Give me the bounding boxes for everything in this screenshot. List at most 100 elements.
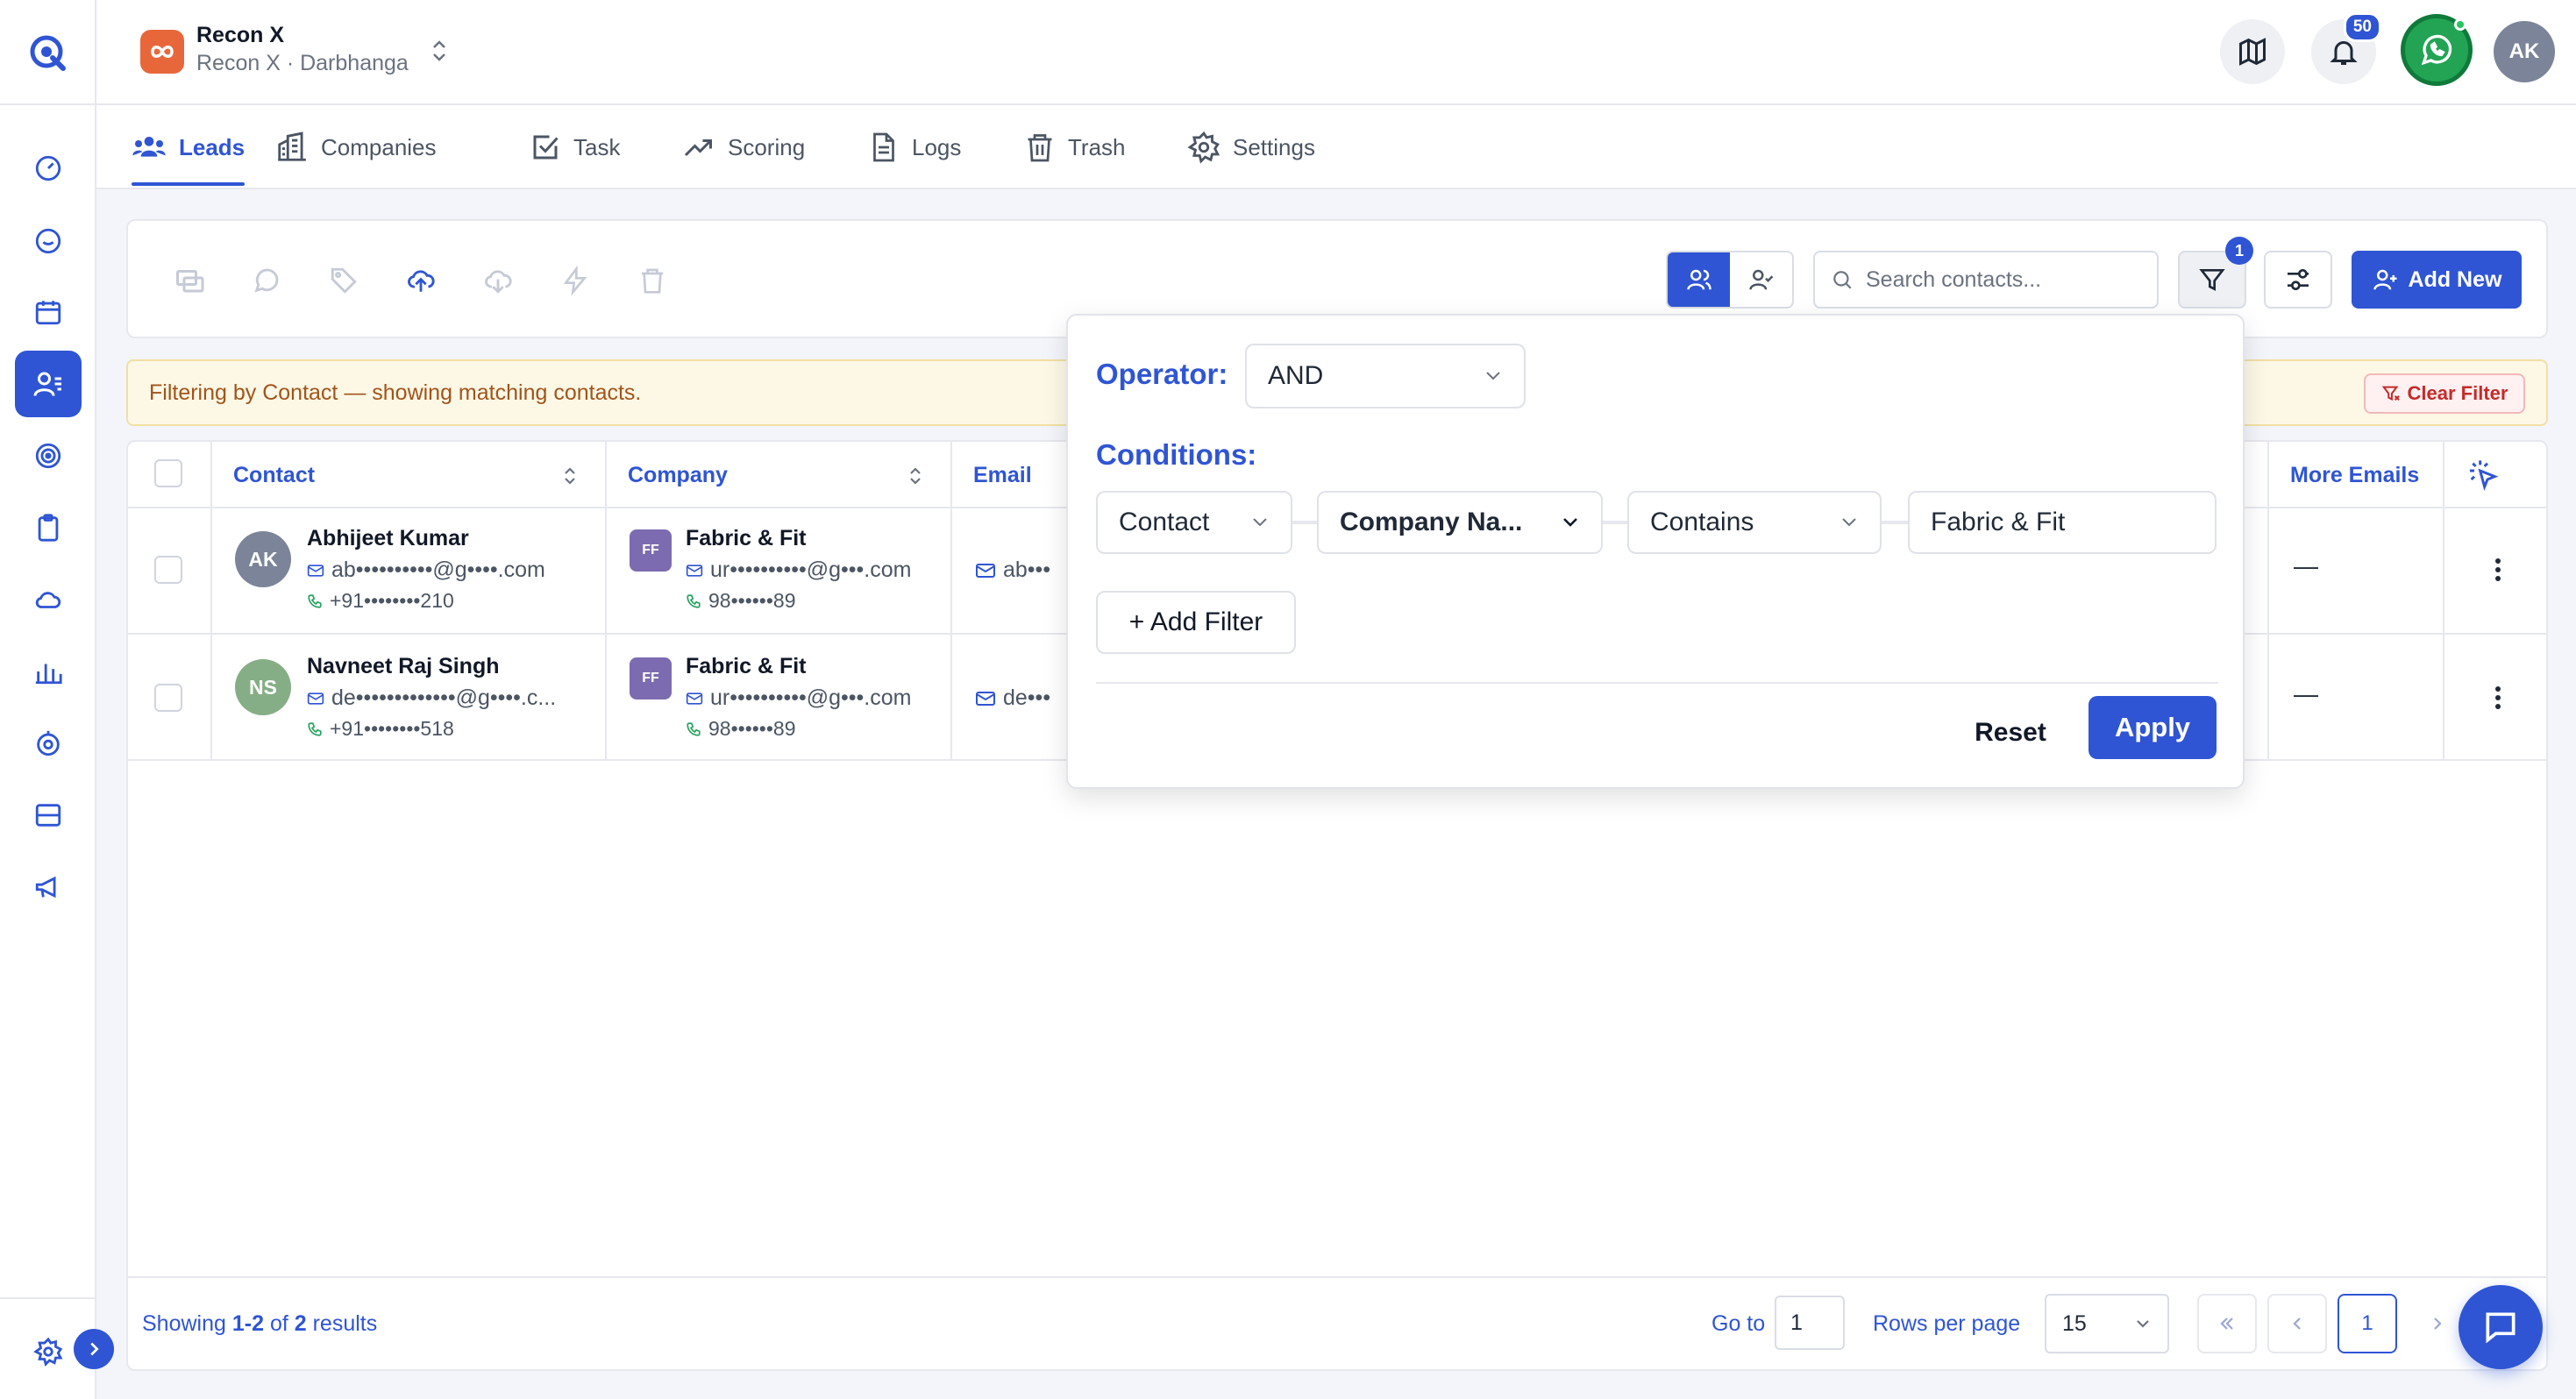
contact-phone: +91••••••••518 xyxy=(307,717,454,741)
add-new-label: Add New xyxy=(2408,266,2502,292)
apply-button[interactable]: Apply xyxy=(2089,696,2217,759)
column-header-company[interactable]: Company xyxy=(628,442,728,508)
company-phone: 98••••••89 xyxy=(686,589,795,613)
filter-count-badge: 1 xyxy=(2225,237,2253,265)
column-header-more-emails[interactable]: More Emails xyxy=(2290,442,2419,508)
tab-task[interactable]: Task xyxy=(530,105,620,189)
company-email: ur••••••••••@g•••.com xyxy=(686,685,911,711)
settings-sidebar-icon[interactable] xyxy=(15,1318,82,1385)
chevrons-left-icon xyxy=(2220,1317,2233,1330)
column-header-email[interactable]: Email xyxy=(973,442,1032,508)
previous-page-button[interactable] xyxy=(2267,1294,2327,1353)
column-settings-button[interactable] xyxy=(2264,251,2332,309)
row-actions-button[interactable] xyxy=(2485,552,2511,587)
tab-leads-label: Leads xyxy=(179,133,246,160)
condition-value-input[interactable]: Fabric & Fit xyxy=(1908,491,2217,554)
column-header-contact[interactable]: Contact xyxy=(233,442,315,508)
goto-page-input[interactable]: 1 xyxy=(1775,1296,1845,1350)
inbox-icon[interactable] xyxy=(15,782,82,849)
chevron-down-icon xyxy=(2137,1320,2149,1328)
sort-icon[interactable] xyxy=(561,465,579,487)
reset-button[interactable]: Reset xyxy=(1962,701,2059,764)
operator-label: Operator: xyxy=(1096,358,1228,390)
row-checkbox[interactable] xyxy=(154,556,182,584)
dashboard-icon[interactable] xyxy=(15,135,82,202)
condition-comparator-select[interactable]: Contains xyxy=(1627,491,1882,554)
notification-count: 50 xyxy=(2343,12,2381,42)
tag-icon[interactable] xyxy=(324,261,363,300)
column-header-more-emails-label: More Emails xyxy=(2290,462,2420,487)
clear-filter-button[interactable]: Clear Filter xyxy=(2364,373,2525,414)
whatsapp-online-dot xyxy=(2454,18,2466,31)
tab-companies[interactable]: Companies xyxy=(275,105,437,189)
avatar: NS xyxy=(235,659,291,715)
trash-icon xyxy=(1028,134,1052,162)
lightning-icon[interactable] xyxy=(556,261,594,300)
upload-icon[interactable] xyxy=(402,261,440,300)
phone-icon xyxy=(308,721,322,736)
tab-scoring-label: Scoring xyxy=(728,133,806,160)
avatar: AK xyxy=(235,531,291,587)
company-name[interactable]: Fabric & Fit xyxy=(686,654,807,679)
page-button-current[interactable]: 1 xyxy=(2338,1294,2397,1353)
tab-settings[interactable]: Settings xyxy=(1187,105,1315,189)
cloud-icon[interactable] xyxy=(15,566,82,633)
kebab-menu-icon xyxy=(2495,686,2501,709)
select-all-checkbox[interactable] xyxy=(154,459,182,487)
condition-entity-select[interactable]: Contact xyxy=(1096,491,1292,554)
robot-icon[interactable] xyxy=(15,710,82,777)
tab-task-label: Task xyxy=(573,133,621,160)
mail-icon xyxy=(307,564,324,577)
tab-trash[interactable]: Trash xyxy=(1024,105,1126,189)
sidebar-expand-button[interactable] xyxy=(74,1329,114,1369)
map-button[interactable] xyxy=(2220,19,2285,84)
calendar-icon[interactable] xyxy=(15,279,82,345)
tab-leads[interactable]: Leads xyxy=(132,105,246,189)
support-chat-button[interactable] xyxy=(2459,1285,2543,1369)
delete-icon[interactable] xyxy=(633,261,672,300)
tab-settings-label: Settings xyxy=(1233,133,1315,160)
sort-icon[interactable] xyxy=(907,465,924,487)
bulk-message-icon[interactable] xyxy=(170,261,209,300)
mail-icon xyxy=(976,563,995,578)
row-actions-button[interactable] xyxy=(2485,680,2511,715)
whatsapp-button[interactable] xyxy=(2401,14,2473,86)
target-icon[interactable] xyxy=(15,423,82,489)
mail-icon xyxy=(307,692,324,705)
add-new-button[interactable]: Add New xyxy=(2352,251,2522,309)
tab-scoring[interactable]: Scoring xyxy=(682,105,805,189)
app-logo[interactable] xyxy=(0,0,96,105)
assigned-contacts-view-button[interactable] xyxy=(1730,252,1792,307)
tab-logs[interactable]: Logs xyxy=(868,105,961,189)
workspace-switcher[interactable] xyxy=(430,37,449,65)
filter-banner-text: Filtering by Contact — showing matching … xyxy=(149,380,642,405)
contact-name[interactable]: Abhijeet Kumar xyxy=(307,526,469,551)
mail-icon xyxy=(976,691,995,706)
row-checkbox[interactable] xyxy=(154,684,182,712)
contact-name[interactable]: Navneet Raj Singh xyxy=(307,654,500,679)
contacts-sidebar-icon[interactable] xyxy=(15,351,82,417)
condition-field-select[interactable]: Company Na... xyxy=(1317,491,1603,554)
whatsapp-bulk-icon[interactable] xyxy=(247,261,286,300)
operator-select[interactable]: AND xyxy=(1245,344,1526,408)
filter-button[interactable]: 1 xyxy=(2178,237,2253,309)
first-page-button[interactable] xyxy=(2197,1294,2257,1353)
chevron-down-icon xyxy=(1253,518,1267,527)
all-contacts-view-button[interactable] xyxy=(1668,252,1730,307)
column-picker-icon[interactable] xyxy=(2464,458,2502,493)
clipboard-icon[interactable] xyxy=(15,494,82,561)
analytics-icon[interactable] xyxy=(15,638,82,705)
user-avatar[interactable]: AK xyxy=(2494,21,2555,82)
chat-sidebar-icon[interactable] xyxy=(15,208,82,274)
download-icon[interactable] xyxy=(479,261,517,300)
rows-per-page-label: Rows per page xyxy=(1873,1311,2021,1336)
rows-per-page-select[interactable]: 15 xyxy=(2045,1294,2169,1353)
add-filter-button[interactable]: + Add Filter xyxy=(1096,591,1296,654)
company-name[interactable]: Fabric & Fit xyxy=(686,526,807,551)
megaphone-icon[interactable] xyxy=(15,854,82,920)
search-input[interactable] xyxy=(1866,266,2129,293)
notifications-button[interactable]: 50 xyxy=(2311,12,2381,84)
workspace-logo xyxy=(140,30,184,74)
tab-trash-label: Trash xyxy=(1068,133,1126,160)
chevron-down-icon xyxy=(1842,518,1856,527)
